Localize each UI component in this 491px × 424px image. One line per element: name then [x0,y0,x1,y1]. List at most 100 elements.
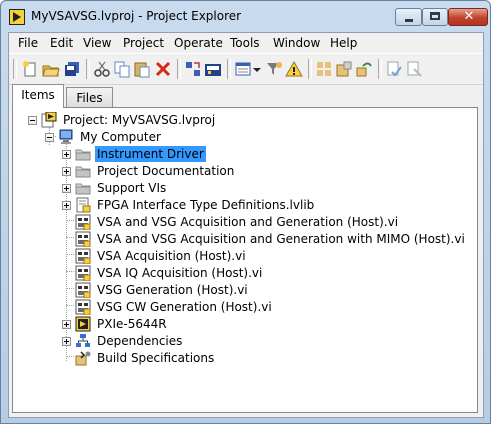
collapse-toggle[interactable] [45,133,54,142]
tool1-icon[interactable] [335,60,353,78]
vi-icon [75,214,91,230]
target-icon [75,316,91,332]
project-explorer-window: MyVSAVSG.lvproj - Project Explorer ✕ Fil… [0,0,491,424]
tab-items[interactable]: Items [12,84,64,108]
menu-view[interactable]: View [83,36,111,50]
tree-label: FPGA Interface Type Definitions.lvlib [97,198,315,212]
title-bar[interactable]: MyVSAVSG.lvproj - Project Explorer ✕ [1,1,490,32]
tree-row[interactable]: Project Documentation [13,163,473,179]
window-title: MyVSAVSG.lvproj - Project Explorer [31,9,242,23]
close-button[interactable]: ✕ [448,8,488,26]
tool4-icon[interactable] [405,60,423,78]
menu-window[interactable]: Window [273,36,320,50]
minimize-button[interactable] [395,8,422,26]
dropdown-arrow-icon[interactable] [252,60,262,78]
expand-toggle[interactable] [62,337,71,346]
labview-project-icon [9,9,25,25]
tree-row[interactable]: VSG Generation (Host).vi [13,282,473,298]
tree-label: VSA and VSG Acquisition and Generation w… [97,232,465,246]
tree-row[interactable]: FPGA Interface Type Definitions.lvlib [13,197,473,213]
tree-row[interactable]: Build Specifications [13,350,473,366]
tab-files[interactable]: Files [66,87,113,108]
tree-label: My Computer [80,130,161,144]
collapse-toggle[interactable] [28,116,37,125]
expand-toggle[interactable] [62,150,71,159]
view-icon[interactable] [234,60,252,78]
tab-strip: Items Files [9,84,483,108]
maximize-icon [430,12,440,20]
tree-row[interactable]: Dependencies [13,333,473,349]
toolbar-separator [227,59,231,79]
close-icon: ✕ [463,9,475,24]
new-icon[interactable] [21,60,39,78]
vi-icon [75,248,91,264]
menu-project[interactable]: Project [123,36,164,50]
tree-label: VSG CW Generation (Host).vi [97,300,272,314]
menu-help[interactable]: Help [330,36,357,50]
menu-tools[interactable]: Tools [230,36,260,50]
tree-label: Instrument Driver [95,146,206,162]
filter-icon[interactable] [265,60,283,78]
tree-row-my-computer[interactable]: My Computer [13,129,473,145]
project-icon [41,112,57,128]
maximize-button[interactable] [422,8,448,26]
folder-icon [75,149,91,161]
client-area: File Edit View Project Operate Tools Win… [8,32,484,418]
tree-label: Dependencies [97,334,183,348]
group-icon[interactable] [315,60,333,78]
expand-toggle[interactable] [62,320,71,329]
menu-bar: File Edit View Project Operate Tools Win… [9,33,483,53]
library-icon [76,197,91,213]
toolbar-separator [177,59,181,79]
toolbar-grip [13,59,17,79]
tree-row[interactable]: VSA and VSG Acquisition and Generation w… [13,231,473,247]
tree-label: VSG Generation (Host).vi [97,283,248,297]
vi-icon [75,231,91,247]
dependencies-icon [76,334,90,347]
expand-toggle[interactable] [62,201,71,210]
vi-icon [75,299,91,315]
menu-edit[interactable]: Edit [50,36,73,50]
tree-row[interactable]: PXIe-5644R [13,316,473,332]
vi-icon [75,265,91,281]
toolbar [9,53,483,85]
paste-icon[interactable] [133,60,151,78]
tool2-icon[interactable] [355,60,373,78]
delete-icon[interactable] [154,60,172,78]
build-spec-icon [75,351,91,366]
save-all-icon[interactable] [63,60,81,78]
tree-label: PXIe-5644R [97,317,167,331]
folder-icon [75,166,91,178]
vi-icon [75,282,91,298]
cut-icon[interactable] [93,60,111,78]
tree-label: Project: MyVSAVSG.lvproj [63,113,216,127]
toolbar-separator [86,59,90,79]
warning-icon[interactable] [285,60,303,78]
tree-row[interactable]: VSG CW Generation (Host).vi [13,299,473,315]
tree-label: VSA Acquisition (Host).vi [97,249,246,263]
tree-row[interactable]: VSA IQ Acquisition (Host).vi [13,265,473,281]
minimize-icon [405,19,413,22]
tree-label: Build Specifications [97,351,215,365]
tree-row[interactable]: Support VIs [13,180,473,196]
tree-label: Support VIs [97,181,167,195]
tree-label: VSA and VSG Acquisition and Generation (… [97,215,399,229]
build-icon[interactable] [184,60,202,78]
tree-row-project[interactable]: Project: MyVSAVSG.lvproj [13,112,473,128]
copy-icon[interactable] [113,60,131,78]
tree-row[interactable]: VSA and VSG Acquisition and Generation (… [13,214,473,230]
tree-row[interactable]: Instrument Driver [13,146,473,162]
tree-label: Project Documentation [97,164,235,178]
toolbar-separator [308,59,312,79]
expand-toggle[interactable] [62,184,71,193]
tree-label: VSA IQ Acquisition (Host).vi [97,266,263,280]
menu-file[interactable]: File [18,36,38,50]
expand-toggle[interactable] [62,167,71,176]
menu-operate[interactable]: Operate [174,36,223,50]
computer-icon [59,129,73,144]
toolbar-separator [378,59,382,79]
open-icon[interactable] [42,60,60,78]
deploy-icon[interactable] [204,60,222,78]
tree-row[interactable]: VSA Acquisition (Host).vi [13,248,473,264]
tool3-icon[interactable] [385,60,403,78]
